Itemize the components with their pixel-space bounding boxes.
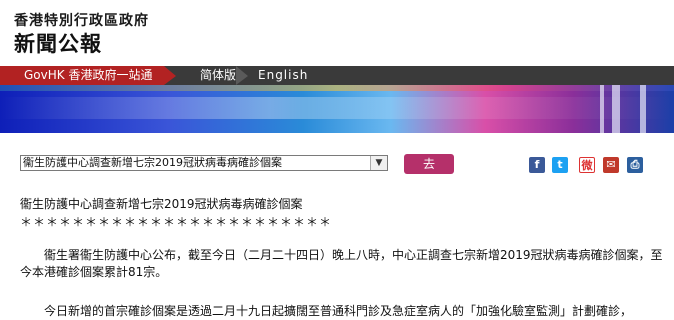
banner-stripe bbox=[0, 85, 674, 91]
go-button[interactable]: 去 bbox=[404, 154, 454, 174]
title-separator: ＊＊＊＊＊＊＊＊＊＊＊＊＊＊＊＊＊＊＊＊＊＊＊＊ bbox=[20, 215, 333, 229]
simplified-chinese-link[interactable]: 简体版 bbox=[200, 66, 236, 85]
email-icon[interactable]: ✉ bbox=[603, 157, 619, 173]
banner-band bbox=[0, 97, 674, 119]
press-release-select[interactable]: 衞生防護中心調查新增七宗2019冠狀病毒病確診個案 ▼ bbox=[20, 155, 388, 171]
facebook-icon[interactable]: f bbox=[529, 157, 545, 173]
gov-name: 香港特別行政區政府 bbox=[14, 13, 149, 29]
english-link[interactable]: English bbox=[258, 66, 308, 85]
govhk-home-link[interactable]: GovHK 香港政府一站通 bbox=[0, 66, 164, 85]
chevron-down-icon[interactable]: ▼ bbox=[370, 156, 387, 170]
banner-decoration bbox=[640, 85, 646, 133]
press-release-title: 新聞公報 bbox=[14, 32, 102, 56]
article-paragraph: 衞生署衞生防護中心公布，截至今日（二月二十四日）晚上八時，中心正調查七宗新增20… bbox=[20, 248, 663, 279]
nav-separator bbox=[236, 66, 248, 85]
weibo-icon[interactable]: 微 bbox=[579, 157, 595, 173]
nav-arrow bbox=[164, 66, 176, 85]
banner-decoration bbox=[600, 85, 604, 133]
twitter-icon[interactable]: t bbox=[552, 157, 568, 173]
select-value: 衞生防護中心調查新增七宗2019冠狀病毒病確診個案 bbox=[23, 156, 282, 169]
top-navbar: GovHK 香港政府一站通 简体版 English bbox=[0, 66, 674, 85]
print-icon[interactable]: ⎙ bbox=[627, 157, 643, 173]
banner-image bbox=[0, 85, 674, 133]
article-title: 衞生防護中心調查新增七宗2019冠狀病毒病確診個案 bbox=[20, 197, 303, 211]
banner-decoration bbox=[612, 85, 620, 133]
article-paragraph: 今日新增的首宗確診個案是透過二月十九日起擴闊至普通科門診及急症室病人的「加強化驗… bbox=[44, 304, 633, 318]
